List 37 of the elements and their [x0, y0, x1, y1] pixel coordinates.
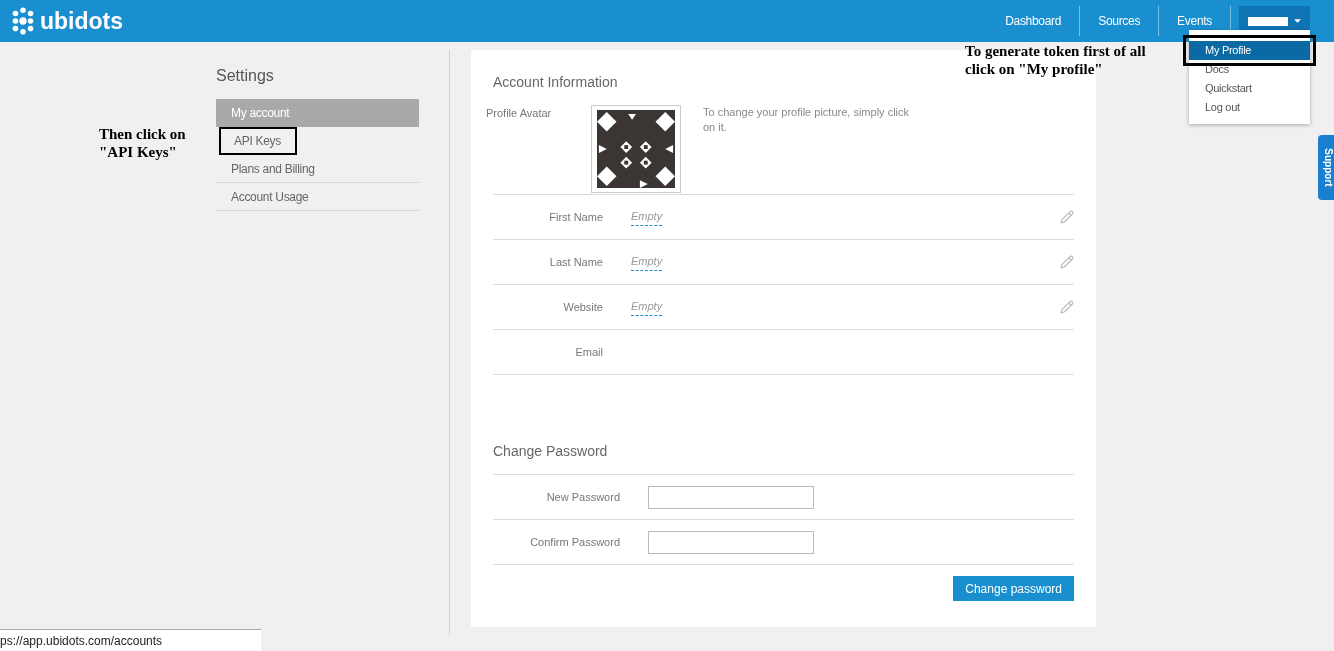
status-bar: ps://app.ubidots.com/accounts [0, 629, 261, 651]
logo-text[interactable]: ubidots [40, 9, 124, 33]
password-field[interactable] [648, 485, 814, 509]
sidebar-item[interactable]: API Keys [219, 127, 297, 155]
nav-link[interactable]: Events [1159, 12, 1230, 30]
caret-icon [1294, 19, 1301, 23]
field-label: New Password [545, 489, 620, 505]
settings-title: Settings [216, 66, 275, 86]
logo-icon [10, 7, 36, 35]
sidebar-item[interactable]: Account Usage [216, 183, 419, 211]
sidebar-item[interactable]: My account [216, 99, 419, 127]
field-label: Email [574, 344, 603, 360]
password-field[interactable] [648, 530, 814, 554]
editable-value[interactable]: Empty [631, 298, 663, 316]
edit-icon[interactable] [1060, 255, 1074, 269]
avatar-image[interactable] [597, 110, 675, 188]
field-label: Website [562, 299, 603, 315]
section-title: Account Information [493, 73, 619, 92]
dropdown-item[interactable]: Quickstart [1189, 79, 1310, 98]
field-label: Profile Avatar [486, 106, 553, 121]
nav-link[interactable]: Sources [1080, 12, 1159, 30]
annotation-text: To generate token first of all click on "My profile" [965, 42, 1147, 78]
field-label: First Name [548, 209, 603, 225]
field-label: Confirm Password [529, 534, 620, 550]
editable-value[interactable]: Empty [631, 253, 663, 271]
dropdown-item[interactable]: Log out [1189, 98, 1310, 117]
section-title: Change Password [493, 442, 609, 461]
field-label: Last Name [548, 254, 603, 270]
change-password-button[interactable]: Change password [953, 576, 1074, 601]
avatar-hint: To change your profile picture, simply click on it. [703, 105, 911, 135]
edit-icon[interactable] [1060, 210, 1074, 224]
sidebar-item[interactable]: Plans and Billing [216, 155, 419, 183]
redacted-username-bar [1248, 16, 1288, 26]
edit-icon[interactable] [1060, 300, 1074, 314]
annotation-text: Then click on "API Keys" [99, 125, 187, 161]
nav-link[interactable]: Dashboard [987, 12, 1080, 30]
editable-value[interactable]: Empty [631, 208, 663, 226]
